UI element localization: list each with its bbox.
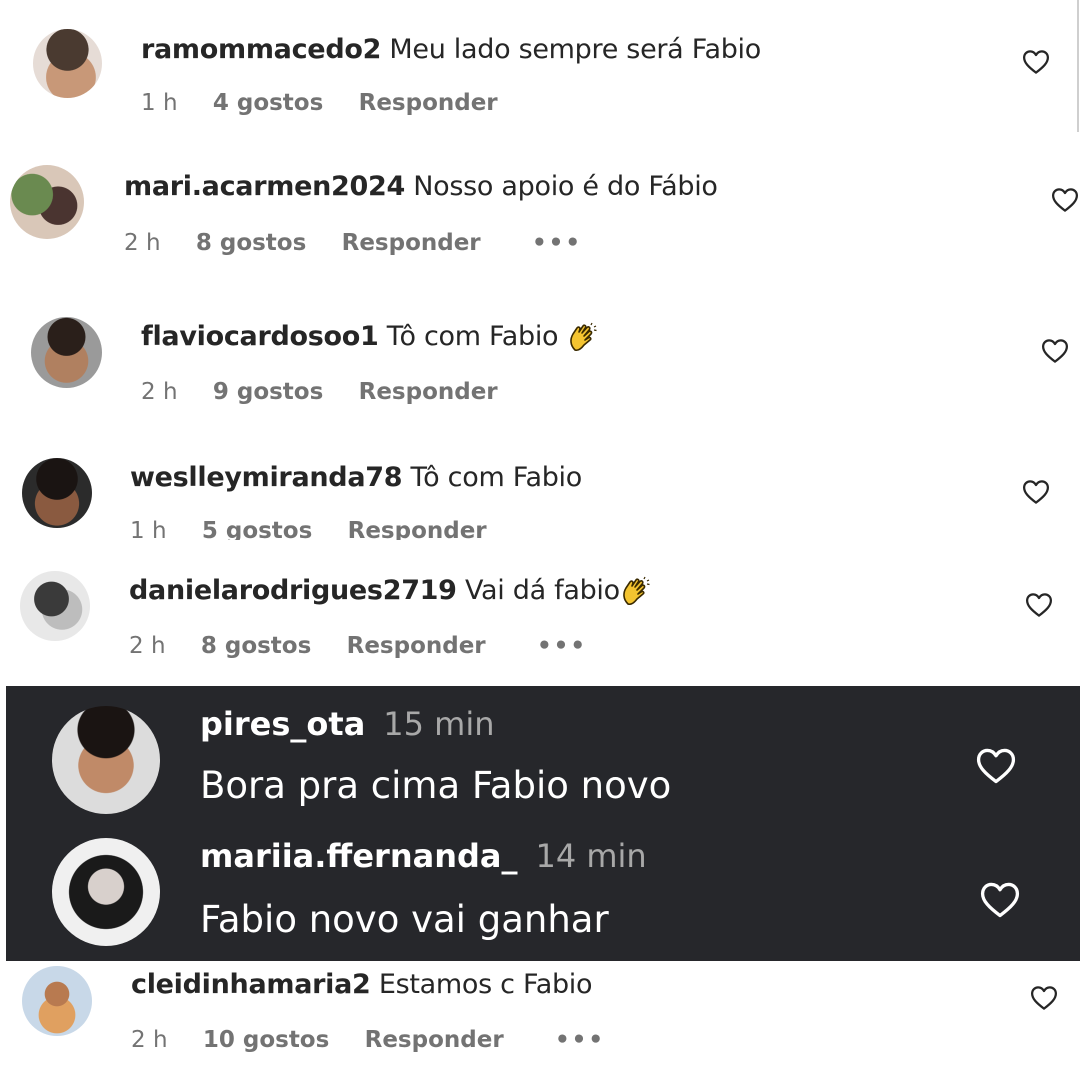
- heart-icon[interactable]: [1024, 590, 1054, 620]
- heart-icon[interactable]: [1050, 185, 1080, 215]
- comment-time: 2 h: [129, 633, 166, 659]
- comment-likes[interactable]: 10 gostos: [203, 1027, 329, 1053]
- comment-header: mariia.ffernanda_ 14 min: [200, 837, 647, 875]
- comment-username[interactable]: ramommacedo2: [141, 34, 381, 65]
- avatar[interactable]: [22, 458, 92, 528]
- comment-text: Vai dá fabio: [464, 575, 620, 606]
- comment-text: Tô com Fabio: [410, 462, 583, 493]
- comment-username[interactable]: mari.acarmen2024: [124, 171, 405, 202]
- scrollbar-edge: [1077, 0, 1079, 132]
- comment-username[interactable]: flaviocardosoo1: [141, 321, 379, 352]
- comment-likes[interactable]: 4 gostos: [213, 90, 323, 116]
- comment-username[interactable]: danielarodrigues2719: [129, 575, 457, 606]
- comment-likes[interactable]: 8 gostos: [196, 230, 306, 256]
- reply-button[interactable]: Responder: [347, 633, 486, 659]
- avatar[interactable]: [31, 317, 102, 388]
- comment-text: Tô com Fabio: [386, 321, 559, 352]
- comment-username[interactable]: mariia.ffernanda_: [200, 837, 517, 875]
- comment-likes[interactable]: 9 gostos: [213, 379, 323, 405]
- comment-line: weslleymiranda78 Tô com Fabio: [130, 462, 582, 493]
- more-options-icon[interactable]: •••: [532, 230, 582, 256]
- comment-text: Nosso apoio é do Fábio: [413, 171, 718, 202]
- comment-time: 1 h: [141, 90, 178, 116]
- comment-line: flaviocardosoo1 Tô com Fabio: [141, 321, 599, 354]
- comment-meta: 2 h 8 gostos Responder •••: [124, 230, 610, 256]
- comment-likes[interactable]: 5 gostos: [202, 518, 312, 540]
- avatar[interactable]: [10, 165, 84, 239]
- heart-icon[interactable]: [1029, 983, 1059, 1013]
- avatar[interactable]: [22, 966, 92, 1036]
- heart-icon[interactable]: [972, 744, 1020, 788]
- heart-icon[interactable]: [1021, 47, 1051, 77]
- heart-icon[interactable]: [1040, 336, 1070, 366]
- comment-likes[interactable]: 8 gostos: [201, 633, 311, 659]
- comment-time: 2 h: [141, 379, 178, 405]
- comment-line: mari.acarmen2024 Nosso apoio é do Fábio: [124, 171, 718, 202]
- reply-button[interactable]: Responder: [359, 90, 498, 116]
- heart-icon[interactable]: [976, 878, 1024, 922]
- comment-header: pires_ota 15 min: [200, 705, 495, 743]
- reply-button[interactable]: Responder: [365, 1027, 504, 1053]
- clapping-hands-emoji: [567, 322, 599, 354]
- comment-meta: 2 h 8 gostos Responder •••: [129, 633, 615, 659]
- comment-time: 14 min: [535, 837, 647, 875]
- comment-username[interactable]: pires_ota: [200, 705, 365, 743]
- comment-text: Fabio novo vai ganhar: [200, 898, 609, 941]
- comment-meta: 2 h 9 gostos Responder: [141, 379, 526, 405]
- comment-line: danielarodrigues2719 Vai dá fabio: [129, 575, 652, 608]
- heart-icon[interactable]: [1021, 477, 1051, 507]
- avatar[interactable]: [52, 706, 160, 814]
- avatar[interactable]: [20, 571, 90, 641]
- more-options-icon[interactable]: •••: [537, 633, 587, 659]
- reply-button[interactable]: Responder: [348, 518, 487, 540]
- comment-line: cleidinhamaria2 Estamos c Fabio: [131, 969, 593, 1000]
- more-options-icon[interactable]: •••: [555, 1027, 605, 1053]
- avatar[interactable]: [52, 838, 160, 946]
- comment-text: Meu lado sempre será Fabio: [389, 34, 761, 65]
- comment-line: ramommacedo2 Meu lado sempre será Fabio: [141, 34, 761, 65]
- comment-text: Bora pra cima Fabio novo: [200, 764, 672, 807]
- reply-button[interactable]: Responder: [342, 230, 481, 256]
- comment-meta: 1 h 4 gostos Responder: [141, 90, 526, 116]
- comment-time: 2 h: [131, 1027, 168, 1053]
- comment-username[interactable]: weslleymiranda78: [130, 462, 403, 493]
- highlighted-comments-panel: pires_ota 15 min Bora pra cima Fabio novo…: [6, 686, 1080, 961]
- comment-time: 2 h: [124, 230, 161, 256]
- comment-meta: 2 h 10 gostos Responder •••: [131, 1027, 633, 1053]
- comment-text: Estamos c Fabio: [378, 969, 593, 1000]
- reply-button[interactable]: Responder: [359, 379, 498, 405]
- comment-username[interactable]: cleidinhamaria2: [131, 969, 371, 1000]
- comment-meta: 1 h 5 gostos Responder: [130, 518, 515, 540]
- avatar[interactable]: [33, 29, 102, 98]
- clapping-hands-emoji: [620, 576, 652, 608]
- comment-time: 15 min: [383, 705, 495, 743]
- comment-time: 1 h: [130, 518, 167, 540]
